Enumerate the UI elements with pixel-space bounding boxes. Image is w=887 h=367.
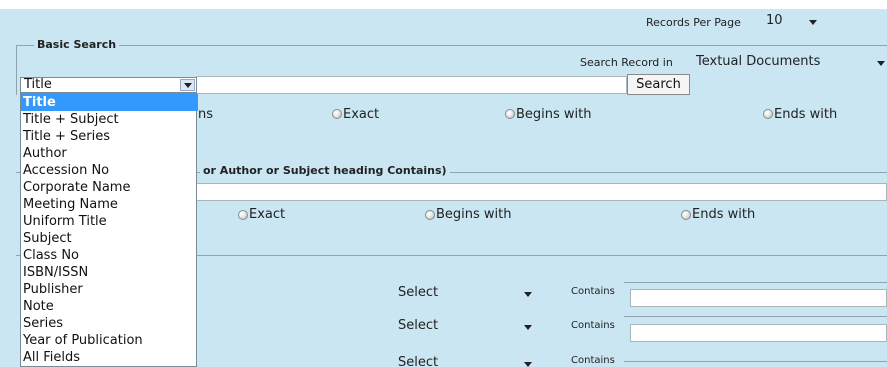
dropdown-option-class-no[interactable]: Class No (23, 247, 79, 264)
dropdown-option-meeting-name[interactable]: Meeting Name (23, 196, 118, 213)
dropdown-option-subject[interactable]: Subject (23, 230, 72, 247)
dropdown-option-title-subject[interactable]: Title + Subject (23, 111, 119, 128)
keyword-ends-with-radio[interactable] (681, 210, 691, 220)
dropdown-option-note[interactable]: Note (23, 298, 54, 315)
dropdown-option-accession-no[interactable]: Accession No (23, 162, 109, 179)
contains-label-1: Contains (571, 286, 615, 297)
contains-border-3 (624, 361, 887, 362)
advanced-field-select-3-value: Select (398, 355, 439, 367)
combo-button[interactable] (180, 79, 195, 91)
advanced-value-input-2[interactable] (630, 324, 887, 342)
keyword-ends-with-radio-label: Ends with (692, 207, 756, 222)
contains-border-1 (624, 282, 887, 283)
dropdown-option-uniform-title[interactable]: Uniform Title (23, 213, 107, 230)
basic-search-border-top (16, 45, 887, 46)
search-record-in-label: Search Record in (580, 56, 673, 69)
records-per-page-label: Records Per Page (646, 16, 741, 29)
chevron-down-icon (877, 61, 885, 66)
ends-with-radio[interactable] (763, 109, 773, 119)
search-record-in-select[interactable]: Textual Documents (693, 52, 887, 72)
contains-label-2: Contains (571, 320, 615, 331)
keyword-search-legend: or Author or Subject heading Contains) (200, 164, 450, 177)
advanced-field-select-2[interactable]: Select (394, 316, 566, 336)
search-record-in-value: Textual Documents (696, 54, 821, 69)
dropdown-option-year-of-publication[interactable]: Year of Publication (23, 332, 143, 349)
dropdown-option-all-fields[interactable]: All Fields (23, 349, 80, 366)
basic-search-border-left (16, 45, 17, 95)
advanced-field-select-2-value: Select (398, 318, 439, 333)
keyword-search-input[interactable] (196, 183, 887, 201)
dropdown-option-title-series[interactable]: Title + Series (23, 128, 110, 145)
advanced-value-input-1[interactable] (630, 289, 887, 307)
dropdown-option-publisher[interactable]: Publisher (23, 281, 83, 298)
basic-search-legend: Basic Search (34, 38, 120, 51)
contains-label-3: Contains (571, 355, 615, 366)
records-per-page-value: 10 (766, 13, 783, 28)
records-per-page-select[interactable]: 10 (763, 13, 821, 31)
dropdown-option-series[interactable]: Series (23, 315, 63, 332)
exact-radio-label: Exact (343, 107, 380, 122)
search-field-select-value: Title (24, 77, 52, 92)
advanced-field-select-3[interactable]: Select (394, 352, 566, 367)
keyword-begins-with-radio-label: Begins with (436, 207, 512, 222)
keyword-exact-radio-label: Exact (249, 207, 286, 222)
contains-border-2 (624, 316, 887, 317)
contains-radio-label: ns (198, 107, 214, 122)
advanced-field-select-1[interactable]: Select (394, 283, 566, 303)
chevron-down-icon (809, 20, 817, 25)
keyword-begins-with-radio[interactable] (425, 210, 435, 220)
chevron-down-icon (184, 83, 192, 88)
search-input[interactable] (196, 76, 627, 94)
search-field-dropdown[interactable]: Title Title + Subject Title + Series Aut… (20, 93, 198, 367)
search-page: Records Per Page 10 Basic Search Search … (0, 0, 887, 367)
dropdown-option-author[interactable]: Author (23, 145, 67, 162)
dropdown-option-title[interactable]: Title (21, 94, 198, 111)
begins-with-radio-label: Begins with (516, 107, 592, 122)
exact-radio[interactable] (332, 109, 342, 119)
dropdown-option-corporate-name[interactable]: Corporate Name (23, 179, 130, 196)
keyword-exact-radio[interactable] (238, 210, 248, 220)
dropdown-option-isbn-issn[interactable]: ISBN/ISSN (23, 264, 88, 281)
chevron-down-icon (524, 292, 532, 297)
chevron-down-icon (524, 362, 532, 367)
advanced-field-select-1-value: Select (398, 285, 439, 300)
ends-with-radio-label: Ends with (774, 107, 838, 122)
search-button[interactable]: Search (627, 74, 690, 95)
chevron-down-icon (524, 325, 532, 330)
begins-with-radio[interactable] (505, 109, 515, 119)
search-field-select[interactable]: Title (20, 77, 197, 93)
